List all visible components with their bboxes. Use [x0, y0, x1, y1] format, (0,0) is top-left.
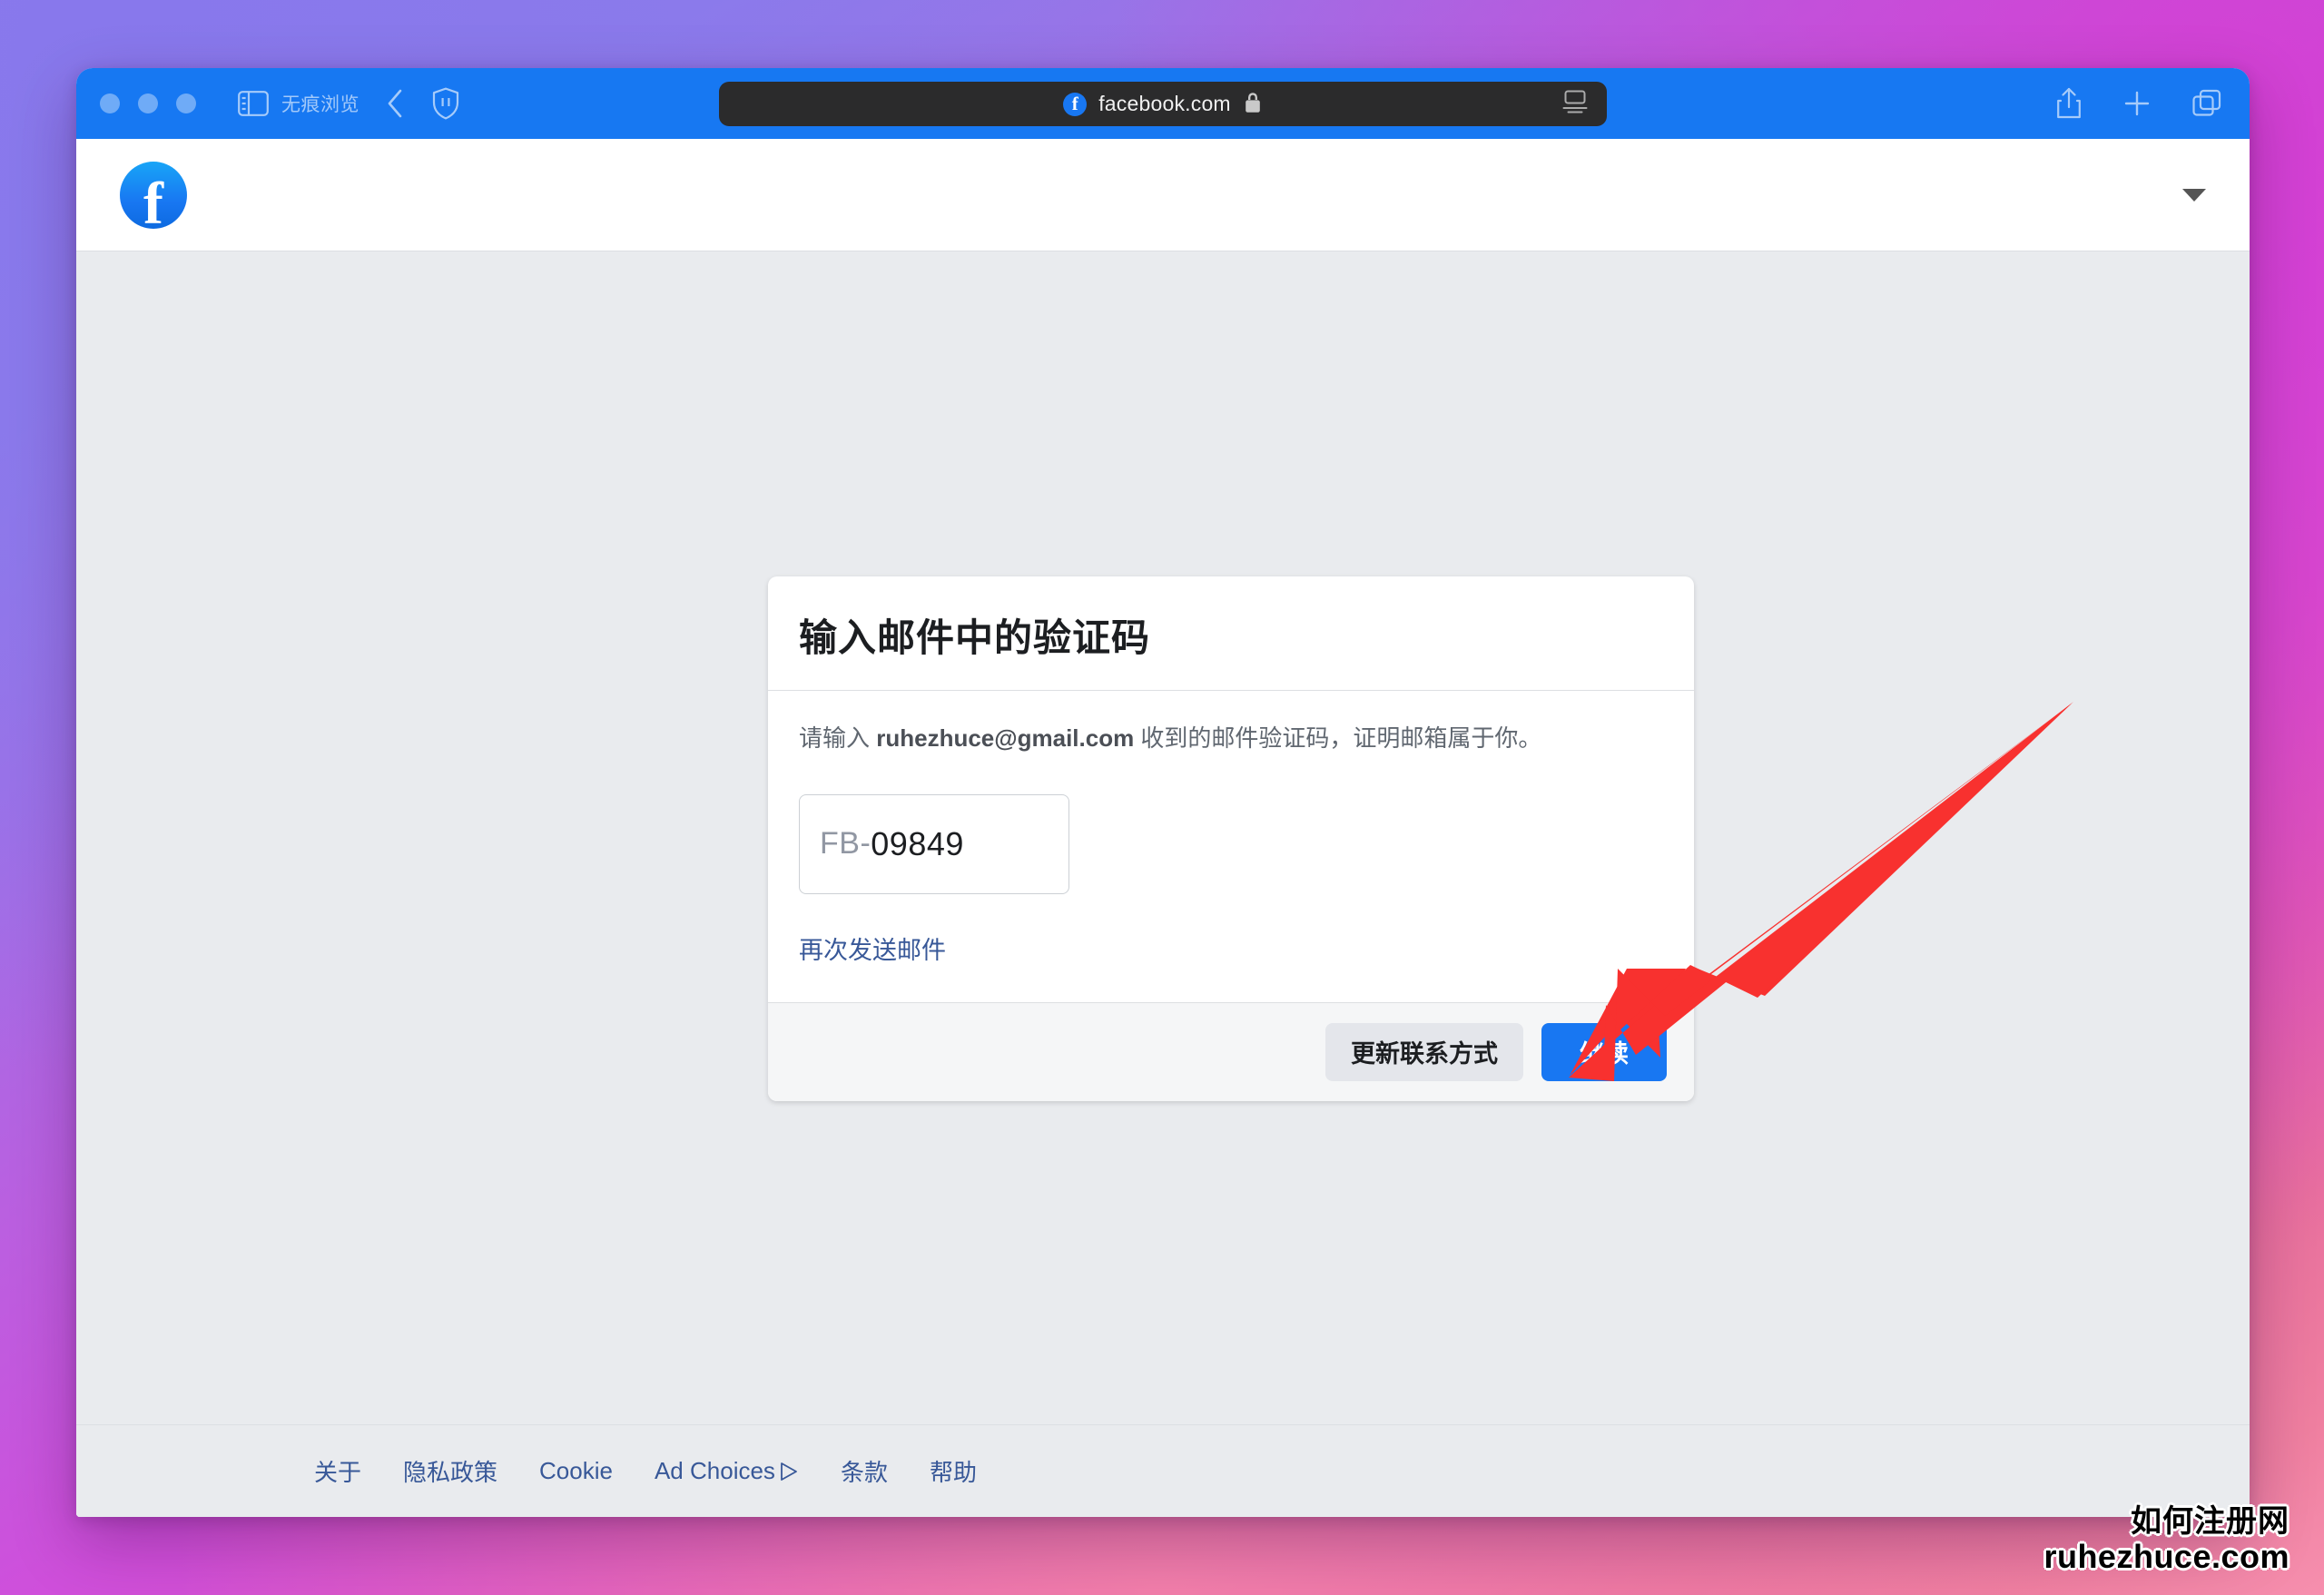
watermark-line-2: ruhezhuce.com	[2043, 1537, 2290, 1575]
window-traffic-lights[interactable]	[100, 94, 196, 113]
page-footer: 关于 隐私政策 Cookie Ad Choices 条款 帮助	[76, 1424, 2250, 1517]
facebook-favicon-icon	[1063, 92, 1088, 116]
privacy-shield-icon[interactable]	[432, 87, 459, 120]
footer-link-ad-choices-label: Ad Choices	[654, 1457, 775, 1484]
address-bar[interactable]: facebook.com	[719, 82, 1607, 126]
footer-link-privacy[interactable]: 隐私政策	[403, 1454, 497, 1488]
reader-mode-icon[interactable]	[1561, 89, 1589, 119]
close-window-button[interactable]	[100, 94, 120, 113]
footer-link-ad-choices[interactable]: Ad Choices	[655, 1457, 799, 1485]
footer-link-about[interactable]: 关于	[314, 1454, 361, 1488]
ad-choices-icon	[781, 1462, 797, 1481]
dialog-description: 请输入 ruhezhuce@gmail.com 收到的邮件验证码，证明邮箱属于你…	[799, 722, 1661, 756]
page-content-area: 输入邮件中的验证码 请输入 ruhezhuce@gmail.com 收到的邮件验…	[76, 251, 2250, 1517]
code-value-text[interactable]: 09849	[871, 825, 964, 863]
description-email: ruhezhuce@gmail.com	[876, 724, 1135, 752]
tab-overview-icon[interactable]	[2191, 89, 2222, 118]
update-contact-button[interactable]: 更新联系方式	[1325, 1022, 1523, 1081]
toolbar-right-actions	[2055, 87, 2222, 120]
plus-icon[interactable]	[2122, 89, 2152, 118]
dialog-footer: 更新联系方式 继续	[768, 1001, 1694, 1101]
maximize-window-button[interactable]	[176, 94, 196, 113]
dialog-title: 输入邮件中的验证码	[799, 616, 1151, 659]
facebook-logo[interactable]	[120, 161, 187, 234]
address-bar-content: facebook.com	[1063, 91, 1263, 118]
description-suffix: 收到的邮件验证码，证明邮箱属于你。	[1134, 724, 1542, 752]
verification-code-input[interactable]: FB- 09849	[799, 793, 1069, 894]
share-icon[interactable]	[2055, 87, 2083, 120]
minimize-window-button[interactable]	[138, 94, 158, 113]
footer-link-help[interactable]: 帮助	[930, 1454, 977, 1488]
sidebar-icon[interactable]	[238, 91, 269, 116]
safari-browser-window: 无痕浏览 facebook.com	[76, 68, 2250, 1517]
watermark-line-1: 如何注册网	[2131, 1503, 2290, 1539]
chevron-down-icon[interactable]	[2182, 188, 2206, 202]
dialog-body: 请输入 ruhezhuce@gmail.com 收到的邮件验证码，证明邮箱属于你…	[768, 691, 1694, 1002]
verification-dialog: 输入邮件中的验证码 请输入 ruhezhuce@gmail.com 收到的邮件验…	[768, 576, 1694, 1101]
footer-link-cookie[interactable]: Cookie	[539, 1457, 613, 1485]
dialog-header: 输入邮件中的验证码	[768, 576, 1694, 691]
code-prefix-label: FB-	[820, 826, 872, 861]
back-chevron-icon[interactable]	[385, 88, 405, 119]
web-page: 输入邮件中的验证码 请输入 ruhezhuce@gmail.com 收到的邮件验…	[76, 139, 2250, 1517]
lock-icon	[1243, 91, 1263, 118]
desktop-wallpaper: 无痕浏览 facebook.com	[0, 0, 2324, 1595]
continue-button[interactable]: 继续	[1541, 1022, 1667, 1081]
resend-email-link[interactable]: 再次发送邮件	[799, 930, 946, 966]
browser-toolbar: 无痕浏览 facebook.com	[76, 68, 2250, 139]
watermark: 如何注册网 ruhezhuce.com	[2043, 1504, 2290, 1575]
url-text: facebook.com	[1098, 92, 1231, 115]
facebook-page-header	[76, 139, 2250, 251]
description-prefix: 请输入	[799, 724, 877, 752]
private-browsing-label: 无痕浏览	[281, 94, 359, 115]
footer-link-terms[interactable]: 条款	[841, 1454, 888, 1488]
